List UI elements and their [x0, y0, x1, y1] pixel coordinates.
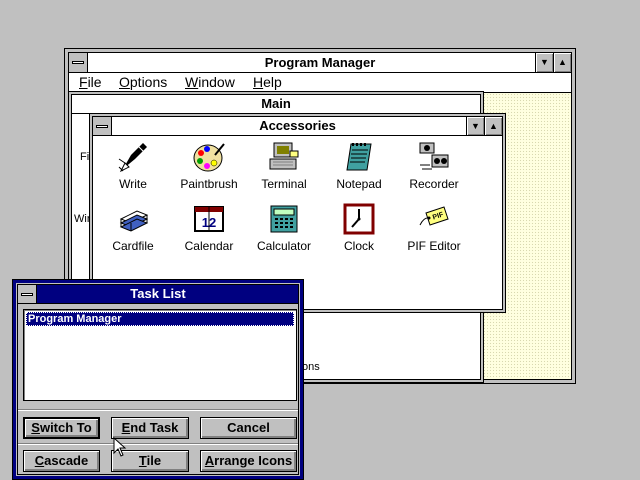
menu-window[interactable]: Window [185, 73, 235, 92]
program-item-pif-editor[interactable]: PIF PIF Editor [394, 203, 474, 253]
program-item-cardfile[interactable]: Cardfile [93, 203, 173, 253]
program-item-paintbrush[interactable]: Paintbrush [169, 141, 249, 191]
program-item-calculator[interactable]: Calculator [244, 203, 324, 253]
recorder-icon [418, 141, 450, 173]
main-partial-label-3: ons [302, 361, 320, 373]
program-manager-titlebar[interactable]: Program Manager ▼ ▲ [69, 53, 571, 73]
clock-icon [343, 203, 375, 235]
program-manager-menubar: File Options Window Help [69, 73, 571, 93]
program-item-terminal[interactable]: Terminal [244, 141, 324, 191]
program-manager-system-menu-icon[interactable] [69, 53, 88, 72]
mouse-pointer-icon [113, 436, 127, 459]
program-item-write[interactable]: Write [93, 141, 173, 191]
minimize-icon[interactable]: ▼ [535, 53, 553, 72]
calculator-icon [268, 203, 300, 235]
accessories-system-menu-icon[interactable] [93, 117, 112, 135]
calculator-label: Calculator [256, 239, 312, 253]
write-label: Write [119, 177, 147, 191]
menu-help[interactable]: Help [253, 73, 282, 92]
task-list-listbox[interactable]: Program Manager [23, 309, 297, 401]
accessories-maximize-icon[interactable]: ▲ [484, 117, 502, 135]
maximize-icon[interactable]: ▲ [553, 53, 571, 72]
calendar-label: Calendar [184, 239, 234, 253]
switch-to-button[interactable]: Switch To [23, 417, 100, 439]
arrange-icons-button[interactable]: Arrange Icons [200, 450, 297, 472]
write-icon [117, 141, 149, 173]
cardfile-icon [117, 203, 149, 235]
program-item-notepad[interactable]: Notepad [319, 141, 399, 191]
dialog-divider-2 [18, 443, 298, 445]
pif-editor-icon: PIF [418, 203, 450, 235]
recorder-label: Recorder [409, 177, 459, 191]
clock-label: Clock [343, 239, 374, 253]
accessories-title: Accessories [259, 118, 336, 133]
program-item-calendar[interactable]: 12 Calendar [169, 203, 249, 253]
calendar-icon: 12 [193, 203, 225, 235]
task-list-system-menu-icon[interactable] [18, 285, 37, 303]
task-list-titlebar[interactable]: Task List [18, 285, 298, 304]
terminal-icon [268, 141, 300, 173]
program-item-recorder[interactable]: Recorder [394, 141, 474, 191]
list-item[interactable]: Program Manager [26, 312, 294, 326]
main-group-title: Main [261, 96, 291, 111]
main-group-titlebar[interactable]: Main [72, 95, 480, 114]
terminal-label: Terminal [261, 177, 307, 191]
menu-options[interactable]: Options [119, 73, 167, 92]
cancel-button[interactable]: Cancel [200, 417, 297, 439]
pif-editor-label: PIF Editor [407, 239, 461, 253]
notepad-label: Notepad [336, 177, 382, 191]
menu-file[interactable]: File [79, 73, 102, 92]
task-list-title: Task List [130, 286, 186, 301]
paintbrush-icon [193, 141, 225, 173]
paintbrush-label: Paintbrush [180, 177, 238, 191]
dialog-divider [18, 409, 298, 411]
program-manager-title: Program Manager [264, 55, 376, 70]
accessories-titlebar[interactable]: Accessories ▼ ▲ [93, 117, 502, 136]
task-list-dialog: Task List Program Manager Switch To End … [12, 279, 304, 480]
program-item-clock[interactable]: Clock [319, 203, 399, 253]
svg-text:12: 12 [202, 215, 216, 230]
notepad-icon [343, 141, 375, 173]
end-task-button[interactable]: End Task [111, 417, 189, 439]
cardfile-label: Cardfile [112, 239, 154, 253]
accessories-minimize-icon[interactable]: ▼ [466, 117, 484, 135]
cascade-button[interactable]: Cascade [23, 450, 100, 472]
